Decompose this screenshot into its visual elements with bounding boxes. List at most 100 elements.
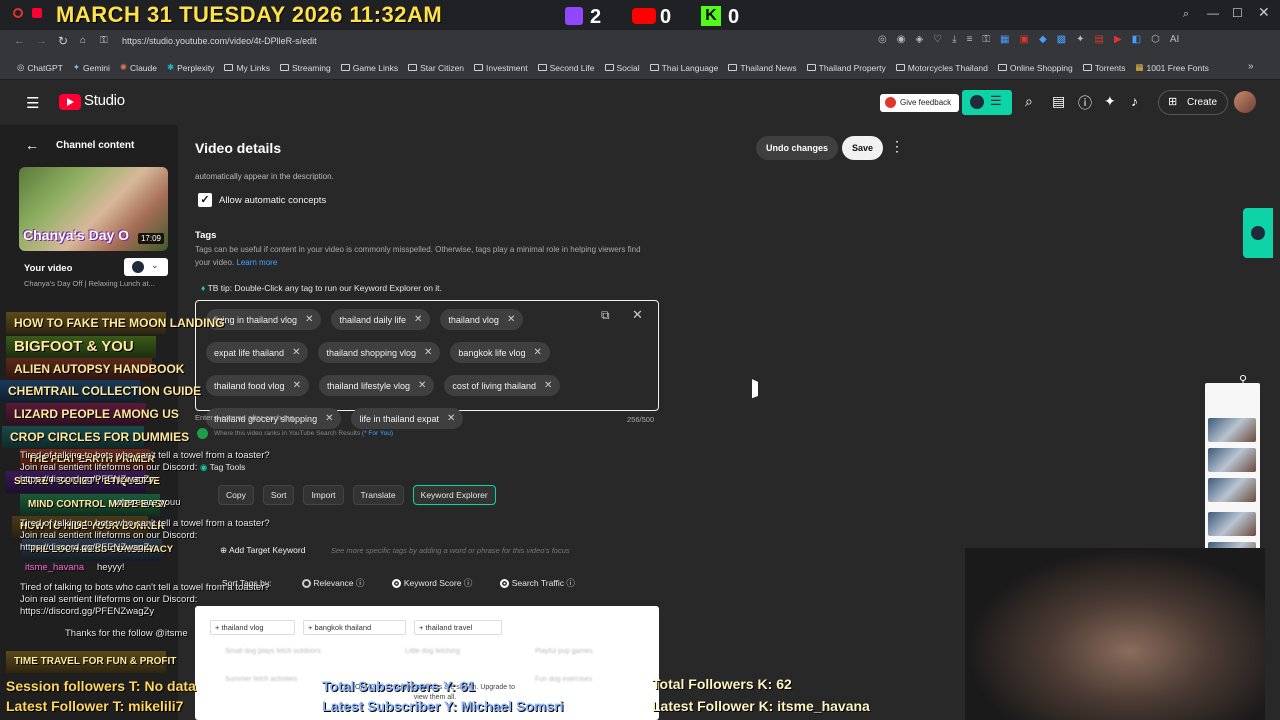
extension-icon[interactable]: ▦ bbox=[1000, 34, 1009, 50]
tag-chip[interactable]: life in thailand expat ✕ bbox=[351, 408, 464, 429]
bookmark-item[interactable]: ✺ Claude bbox=[120, 62, 157, 73]
url-field[interactable]: https://studio.youtube.com/video/4t-DPll… bbox=[122, 36, 317, 46]
tag-chip[interactable]: thailand food vlog ✕ bbox=[206, 375, 309, 396]
keyword-score-radio[interactable]: Keyword Score ⓘ bbox=[392, 577, 472, 589]
shield-icon[interactable]: ◈ bbox=[915, 34, 923, 50]
forward-icon[interactable]: → bbox=[36, 35, 47, 47]
related-video-thumbnail[interactable] bbox=[1208, 512, 1256, 536]
suggested-tag[interactable]: + thailand travel bbox=[414, 620, 502, 635]
extension-icon[interactable]: ▶ bbox=[1114, 34, 1122, 50]
bookmark-folder[interactable]: Second Life bbox=[537, 62, 595, 73]
bookmark-item[interactable]: ✦ Gemini bbox=[73, 62, 110, 73]
bell-icon[interactable]: ♪ bbox=[1131, 93, 1138, 109]
tag-chip[interactable]: expat life thailand ✕ bbox=[206, 342, 309, 363]
remove-tag-icon[interactable]: ✕ bbox=[418, 380, 426, 391]
remove-tag-icon[interactable]: ✕ bbox=[293, 380, 301, 391]
back-icon[interactable]: ← bbox=[14, 35, 25, 47]
clear-tags-icon[interactable]: ✕ bbox=[632, 307, 643, 323]
for-you-link[interactable]: (* For You) bbox=[362, 430, 393, 437]
tag-chip[interactable]: cost of living thailand ✕ bbox=[444, 375, 561, 396]
search-traffic-radio[interactable]: Search Traffic ⓘ bbox=[500, 577, 575, 589]
tubebuddy-dropdown[interactable]: ⌄ bbox=[124, 258, 168, 276]
channel-content-link[interactable]: Channel content bbox=[56, 140, 134, 151]
remove-tag-icon[interactable]: ✕ bbox=[305, 314, 313, 325]
extension-icon[interactable]: ◧ bbox=[1132, 34, 1141, 50]
maximize-icon[interactable]: ☐ bbox=[1232, 6, 1243, 20]
youtube-tab-icon[interactable] bbox=[32, 8, 42, 18]
undo-changes-button[interactable]: Undo changes bbox=[756, 136, 839, 160]
remove-tag-icon[interactable]: ✕ bbox=[447, 413, 455, 424]
tags-input-box[interactable]: living in thailand vlog ✕ thailand daily … bbox=[195, 300, 659, 429]
related-video-thumbnail[interactable] bbox=[1208, 478, 1256, 502]
remove-tag-icon[interactable]: ✕ bbox=[507, 314, 515, 325]
remove-tag-icon[interactable]: ✕ bbox=[533, 347, 541, 358]
bookmark-folder[interactable]: Investment bbox=[474, 62, 528, 73]
allow-concepts-checkbox[interactable]: ✓ bbox=[198, 193, 212, 207]
bookmark-item[interactable]: ✱ Perplexity bbox=[167, 62, 214, 73]
help-icon[interactable]: ⓘ bbox=[1078, 93, 1092, 113]
remove-tag-icon[interactable]: ✕ bbox=[544, 380, 552, 391]
extension-icon[interactable]: ▤ bbox=[1094, 34, 1103, 50]
import-button[interactable]: Import bbox=[303, 485, 344, 505]
suggested-tag[interactable]: + thailand vlog bbox=[210, 620, 295, 635]
related-video-thumbnail[interactable] bbox=[1208, 418, 1256, 442]
lock-icon[interactable]: ⚿ bbox=[982, 34, 990, 50]
remove-tag-icon[interactable]: ✕ bbox=[414, 314, 422, 325]
keyword-explorer-button[interactable]: Keyword Explorer bbox=[412, 485, 496, 505]
bookmark-item[interactable]: ▦ 1001 Free Fonts bbox=[1135, 62, 1208, 73]
hamburger-icon[interactable]: ☰ bbox=[26, 94, 39, 112]
relevance-radio[interactable]: Relevance ⓘ bbox=[302, 577, 364, 589]
extension-icon[interactable]: ◎ bbox=[878, 34, 887, 50]
download-icon[interactable]: ⤓ bbox=[952, 34, 956, 50]
reload-icon[interactable]: ↻ bbox=[58, 34, 68, 48]
sparkle-icon[interactable]: ✦ bbox=[1104, 93, 1116, 110]
bookmark-item[interactable]: ◎ ChatGPT bbox=[17, 62, 63, 73]
extension-icon[interactable]: ◆ bbox=[1039, 34, 1047, 50]
extension-icon[interactable]: ⬡ bbox=[1151, 34, 1160, 50]
translate-button[interactable]: Translate bbox=[352, 485, 404, 505]
back-arrow-icon[interactable]: ← bbox=[25, 137, 39, 153]
avatar[interactable] bbox=[1234, 91, 1256, 113]
copy-tags-icon[interactable]: ⧉ bbox=[601, 308, 610, 323]
tag-chip[interactable]: bangkok life vlog ✕ bbox=[450, 342, 550, 363]
minimize-icon[interactable]: — bbox=[1207, 6, 1219, 20]
search-tabs-icon[interactable]: ⌕ bbox=[1183, 8, 1189, 21]
tag-chip[interactable]: thailand daily life ✕ bbox=[331, 309, 431, 330]
remove-tag-icon[interactable]: ✕ bbox=[424, 347, 432, 358]
close-icon[interactable]: ✕ bbox=[1258, 4, 1270, 21]
create-button[interactable]: ⊞ Create bbox=[1158, 90, 1229, 115]
remove-tag-icon[interactable]: ✕ bbox=[292, 347, 300, 358]
give-feedback-button[interactable]: Give feedback bbox=[880, 94, 960, 112]
related-video-thumbnail[interactable] bbox=[1208, 448, 1256, 472]
bookmark-folder[interactable]: Thailand Property bbox=[806, 62, 886, 73]
camera-icon[interactable]: ◉ bbox=[897, 34, 906, 50]
more-bookmarks-icon[interactable]: » bbox=[1248, 61, 1254, 72]
bookmark-folder[interactable]: My Links bbox=[224, 62, 270, 73]
search-icon[interactable]: ⌕ bbox=[1025, 93, 1033, 110]
video-thumbnail[interactable]: Chanya's Day O 17:09 bbox=[19, 167, 168, 251]
menu-icon[interactable]: ≡ bbox=[967, 34, 973, 50]
extension-icon[interactable]: ✦ bbox=[1076, 34, 1084, 50]
ai-icon[interactable]: AI bbox=[1170, 34, 1179, 50]
more-options-icon[interactable]: ⋮ bbox=[890, 138, 904, 155]
tubebuddy-side-tab[interactable] bbox=[1243, 208, 1273, 258]
home-icon[interactable]: ⌂ bbox=[80, 35, 86, 46]
tubebuddy-menu-button[interactable]: ☰ bbox=[962, 90, 1012, 115]
remove-tag-icon[interactable]: ✕ bbox=[325, 413, 333, 424]
comments-icon[interactable]: ▤ bbox=[1052, 93, 1065, 110]
tag-chip[interactable]: thailand vlog ✕ bbox=[440, 309, 524, 330]
bookmark-folder[interactable]: Online Shopping bbox=[997, 62, 1073, 73]
bookmark-folder[interactable]: Thai Language bbox=[649, 62, 718, 73]
extension-icon[interactable]: ▣ bbox=[1019, 34, 1028, 50]
bookmark-folder[interactable]: Star Citizen bbox=[408, 62, 464, 73]
suggested-tag[interactable]: + bangkok thailand bbox=[303, 620, 406, 635]
learn-more-link[interactable]: Learn more bbox=[236, 258, 277, 267]
bookmark-folder[interactable]: Motorcycles Thailand bbox=[895, 62, 988, 73]
bookmark-folder[interactable]: Social bbox=[604, 62, 640, 73]
extension-icon[interactable]: ▩ bbox=[1057, 34, 1066, 50]
tag-chip[interactable]: thailand lifestyle vlog ✕ bbox=[318, 375, 435, 396]
opera-icon[interactable] bbox=[13, 8, 23, 18]
bookmark-folder[interactable]: Torrents bbox=[1082, 62, 1125, 73]
copy-button[interactable]: Copy bbox=[218, 485, 254, 505]
microphone-icon[interactable]: ⚲ bbox=[1239, 373, 1247, 386]
